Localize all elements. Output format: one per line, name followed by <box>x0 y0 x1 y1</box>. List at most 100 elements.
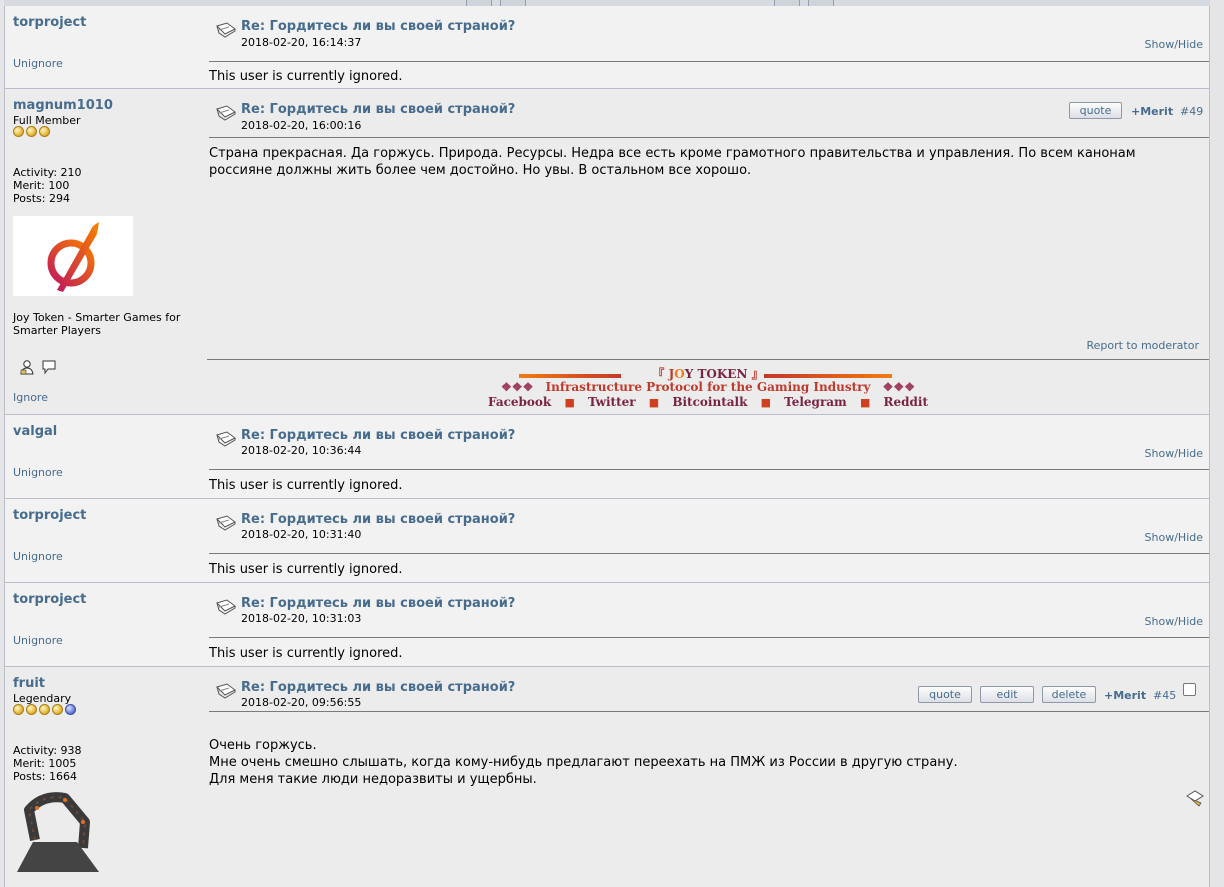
signature-bracket: 』 <box>751 367 764 381</box>
username-link[interactable]: torproject <box>13 508 86 523</box>
signature-title-rest: Y TOKEN <box>684 367 748 381</box>
quote-button[interactable]: quote <box>1069 102 1122 119</box>
post-subject-link[interactable]: Re: Гордитесь ли вы своей страной? <box>241 19 515 34</box>
post-ignored: valgal Unignore Re: Гордитесь ли вы свое… <box>5 415 1209 499</box>
show-hide-link[interactable]: Show/Hide <box>1145 447 1203 460</box>
thread-posts: torproject Unignore Re: Гордитесь ли вы … <box>4 6 1210 887</box>
star-icon <box>39 704 50 715</box>
poster-info: torproject Unignore <box>5 499 203 582</box>
post-number-link[interactable]: #49 <box>1180 105 1203 118</box>
message-icon <box>216 22 236 38</box>
profile-icon[interactable] <box>19 359 35 375</box>
separator-icon: ■ <box>760 396 771 409</box>
scrollbar[interactable] <box>1210 0 1224 875</box>
rank-stars <box>13 704 78 719</box>
joy-token-logo <box>47 222 99 292</box>
post-ignored: torproject Unignore Re: Гордитесь ли вы … <box>5 583 1209 667</box>
divider <box>209 711 1209 712</box>
poster-info: valgal Unignore <box>5 415 203 498</box>
post-body-line: Мне очень смешно слышать, когда кому-ниб… <box>209 755 958 770</box>
username-link[interactable]: torproject <box>13 15 86 30</box>
facebook-link[interactable]: Facebook <box>488 395 551 409</box>
post-body: Очень горжусь. Мне очень смешно слышать,… <box>209 737 1197 788</box>
separator-icon: ■ <box>859 396 871 409</box>
user-activity: Activity: 210 <box>13 166 82 179</box>
unignore-link[interactable]: Unignore <box>13 634 63 647</box>
post-date: 2018-02-20, 16:00:16 <box>241 119 362 132</box>
star-icon <box>39 126 50 137</box>
post-date: 2018-02-20, 10:31:03 <box>241 612 362 625</box>
post-content: Re: Гордитесь ли вы своей страной? 2018-… <box>207 6 1209 88</box>
star-icon <box>26 126 37 137</box>
select-post-checkbox[interactable] <box>1183 683 1196 696</box>
post-subject-link[interactable]: Re: Гордитесь ли вы своей страной? <box>241 102 515 117</box>
post-date: 2018-02-20, 09:56:55 <box>241 696 362 709</box>
divider <box>209 61 1209 62</box>
ignore-link[interactable]: Ignore <box>13 391 48 404</box>
post-ignored: torproject Unignore Re: Гордитесь ли вы … <box>5 499 1209 583</box>
username-link[interactable]: valgal <box>13 424 57 439</box>
report-to-moderator-link[interactable]: Report to moderator <box>1086 339 1199 352</box>
user-posts: Posts: 294 <box>13 192 70 205</box>
personal-text: Joy Token - Smarter Games for Smarter Pl… <box>13 311 181 337</box>
post-subject-link[interactable]: Re: Гордитесь ли вы своей страной? <box>241 680 515 695</box>
signature-bracket: 『 <box>652 367 665 381</box>
star-icon <box>26 704 37 715</box>
ignored-message: This user is currently ignored. <box>209 646 403 661</box>
poster-info: magnum1010 Full Member Activity: 210 Mer… <box>5 89 203 414</box>
bitcointalk-link[interactable]: Bitcointalk <box>672 395 747 409</box>
signature-tagline-row: ❖❖❖ Infrastructure Protocol for the Gami… <box>207 380 1209 394</box>
post-subject-link[interactable]: Re: Гордитесь ли вы своей страной? <box>241 428 515 443</box>
star-icon <box>13 126 24 137</box>
post-body-line: Для меня такие люди недоразвиты и ущербн… <box>209 772 537 787</box>
username-link[interactable]: magnum1010 <box>13 98 113 113</box>
separator-icon: ■ <box>564 396 575 409</box>
twitter-link[interactable]: Twitter <box>588 395 636 409</box>
post: magnum1010 Full Member Activity: 210 Mer… <box>5 89 1209 415</box>
unignore-link[interactable]: Unignore <box>13 57 63 70</box>
telegram-link[interactable]: Telegram <box>784 395 847 409</box>
post-number-link[interactable]: #45 <box>1153 689 1176 702</box>
quote-button[interactable]: quote <box>918 686 972 703</box>
post-ignored: torproject Unignore Re: Гордитесь ли вы … <box>5 6 1209 89</box>
signature-diamonds: ❖❖❖ <box>501 380 534 394</box>
post-date: 2018-02-20, 10:31:40 <box>241 528 362 541</box>
user-activity: Activity: 938 <box>13 744 82 757</box>
avatar <box>13 216 133 296</box>
avatar <box>17 792 99 872</box>
star-icon <box>13 704 24 715</box>
merit-link[interactable]: +Merit <box>1104 689 1146 702</box>
divider <box>209 469 1209 470</box>
send-message-icon[interactable] <box>41 359 57 375</box>
rank-stars <box>13 126 52 141</box>
legendary-star-icon <box>65 704 76 715</box>
username-link[interactable]: fruit <box>13 676 45 691</box>
show-hide-link[interactable]: Show/Hide <box>1145 38 1203 51</box>
edit-button[interactable]: edit <box>980 686 1034 703</box>
reddit-link[interactable]: Reddit <box>884 395 929 409</box>
show-hide-link[interactable]: Show/Hide <box>1145 615 1203 628</box>
ignored-message: This user is currently ignored. <box>209 478 403 493</box>
post-content: Re: Гордитесь ли вы своей страной? 2018-… <box>207 89 1209 414</box>
signature-tagline: Infrastructure Protocol for the Gaming I… <box>545 380 871 394</box>
ignored-message: This user is currently ignored. <box>209 69 403 84</box>
message-icon <box>216 431 236 447</box>
show-hide-link[interactable]: Show/Hide <box>1145 531 1203 544</box>
username-link[interactable]: torproject <box>13 592 86 607</box>
unignore-link[interactable]: Unignore <box>13 466 63 479</box>
delete-button[interactable]: delete <box>1042 686 1096 703</box>
message-icon <box>216 683 236 699</box>
unignore-link[interactable]: Unignore <box>13 550 63 563</box>
post-content: Re: Гордитесь ли вы своей страной? 2018-… <box>207 499 1209 582</box>
user-merit: Merit: 1005 <box>13 757 77 770</box>
poster-info: torproject Unignore <box>5 583 203 666</box>
poster-info: fruit Legendary Activity: 938 Merit: 100… <box>5 667 203 887</box>
modify-icon[interactable] <box>1185 788 1205 808</box>
divider <box>209 553 1209 554</box>
merit-link[interactable]: +Merit <box>1131 105 1173 118</box>
post-subject-link[interactable]: Re: Гордитесь ли вы своей страной? <box>241 596 515 611</box>
message-icon <box>216 515 236 531</box>
poster-info: torproject Unignore <box>5 6 203 88</box>
post-subject-link[interactable]: Re: Гордитесь ли вы своей страной? <box>241 512 515 527</box>
signature-divider <box>207 359 1209 360</box>
